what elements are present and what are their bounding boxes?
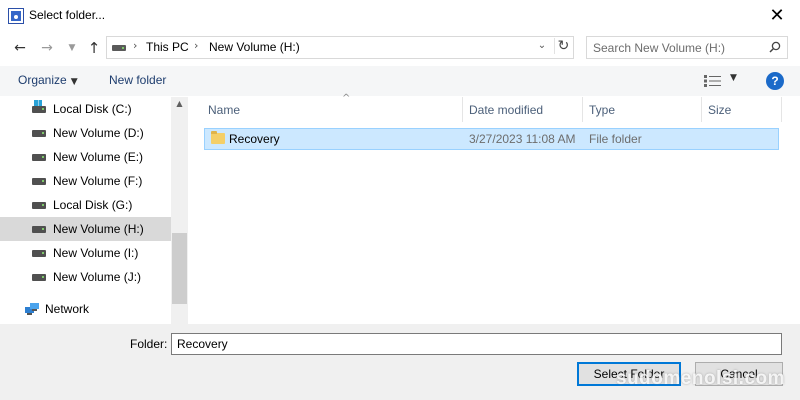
navigation-pane: Local Disk (C:) New Volume (D:) New Volu… [0, 97, 171, 324]
table-row[interactable]: Recovery 3/27/2023 11:08 AM File folder [204, 128, 779, 150]
sidebar-item-label: New Volume (H:) [53, 222, 144, 236]
drive-icon [112, 45, 126, 51]
sidebar-item-label: New Volume (I:) [53, 246, 139, 260]
window-title: Select folder... [29, 8, 106, 22]
file-date-modified: 3/27/2023 11:08 AM [469, 132, 576, 146]
new-folder-button[interactable]: New folder [109, 73, 166, 87]
file-name: Recovery [229, 132, 280, 146]
refresh-icon[interactable]: ↻ [554, 38, 572, 54]
back-arrow-icon[interactable]: ← [10, 38, 30, 58]
drive-icon [32, 250, 46, 257]
column-header-size[interactable]: Size [702, 97, 782, 122]
title-bar: Select folder... ✕ [0, 0, 800, 31]
caret-down-icon: ▼ [70, 77, 78, 87]
file-list: ^ Name Date modified Type Size Recovery … [188, 93, 800, 324]
drive-icon [32, 154, 46, 161]
file-type: File folder [589, 132, 642, 146]
sidebar-item-new-volume-h[interactable]: New Volume (H:) [0, 217, 171, 241]
drive-icon [32, 226, 46, 233]
sidebar-item-local-disk-c[interactable]: Local Disk (C:) [0, 97, 171, 121]
sort-ascending-icon: ^ [342, 93, 351, 104]
dialog-footer: Folder: Select Folder Cancel sudomenolsi… [0, 324, 800, 400]
sidebar-item-new-volume-e[interactable]: New Volume (E:) [0, 145, 171, 169]
sidebar-item-new-volume-d[interactable]: New Volume (D:) [0, 121, 171, 145]
scroll-up-icon[interactable]: ▲ [171, 99, 188, 108]
recent-locations-chevron-icon[interactable]: ▼ [62, 38, 82, 58]
sidebar-scrollbar[interactable]: ▲ [171, 97, 188, 324]
address-bar[interactable]: › This PC › New Volume (H:) ⌄ ↻ [106, 36, 574, 59]
folder-field-label: Folder: [130, 337, 168, 351]
drive-icon [32, 202, 46, 209]
sidebar-item-label: New Volume (J:) [53, 270, 142, 284]
sidebar-item-label: Network [45, 302, 90, 316]
chevron-right-icon[interactable]: › [133, 39, 137, 52]
address-dropdown-icon[interactable]: ⌄ [533, 40, 551, 51]
close-button[interactable]: ✕ [754, 0, 800, 31]
search-icon[interactable] [769, 41, 781, 53]
sidebar-item-new-volume-i[interactable]: New Volume (I:) [0, 241, 171, 265]
details-view-icon [704, 75, 721, 87]
organize-label: Organize [18, 73, 67, 87]
scrollbar-thumb[interactable] [172, 233, 187, 304]
watermark: sudomenolsi.com [616, 368, 786, 389]
chevron-right-icon[interactable]: › [194, 39, 198, 52]
drive-icon [32, 274, 46, 281]
drive-icon [32, 130, 46, 137]
column-header-type[interactable]: Type [583, 97, 702, 122]
folder-icon [211, 131, 225, 144]
view-options-button[interactable]: ▼ [704, 72, 744, 90]
column-header-date-modified[interactable]: Date modified [463, 97, 583, 122]
sidebar-item-label: New Volume (D:) [53, 126, 144, 140]
sidebar-item-label: New Volume (E:) [53, 150, 144, 164]
app-icon [8, 8, 24, 24]
column-header-label: Date modified [469, 103, 544, 117]
command-bar: Organize ▼ New folder ▼ ? [0, 66, 800, 96]
drive-icon [32, 178, 46, 185]
sidebar-item-network[interactable]: Network [0, 297, 171, 321]
navigation-bar: ← → ▼ ↑ › This PC › New Volume (H:) ⌄ ↻ [0, 33, 800, 63]
sidebar-item-label: Local Disk (G:) [53, 198, 133, 212]
organize-button[interactable]: Organize ▼ [18, 73, 78, 87]
forward-arrow-icon[interactable]: → [37, 38, 57, 58]
breadcrumb-current-drive[interactable]: New Volume (H:) [209, 40, 300, 54]
network-icon [25, 303, 39, 315]
breadcrumb-this-pc[interactable]: This PC [146, 40, 189, 54]
sidebar-item-label: New Volume (F:) [53, 174, 143, 188]
windows-drive-icon [32, 100, 46, 113]
sidebar-item-label: Local Disk (C:) [53, 102, 132, 116]
column-header-label: Name [208, 103, 241, 117]
sidebar-item-local-disk-g[interactable]: Local Disk (G:) [0, 193, 171, 217]
up-arrow-icon[interactable]: ↑ [84, 38, 104, 58]
column-header-label: Type [589, 103, 616, 117]
search-box [586, 36, 788, 59]
sidebar-item-new-volume-f[interactable]: New Volume (F:) [0, 169, 171, 193]
help-icon[interactable]: ? [766, 72, 784, 90]
column-header-name[interactable]: ^ Name [202, 93, 463, 122]
caret-down-icon: ▼ [730, 73, 737, 83]
folder-field[interactable] [171, 333, 782, 355]
sidebar-item-new-volume-j[interactable]: New Volume (J:) [0, 265, 171, 289]
column-header-label: Size [708, 103, 732, 117]
search-input[interactable] [587, 37, 765, 58]
